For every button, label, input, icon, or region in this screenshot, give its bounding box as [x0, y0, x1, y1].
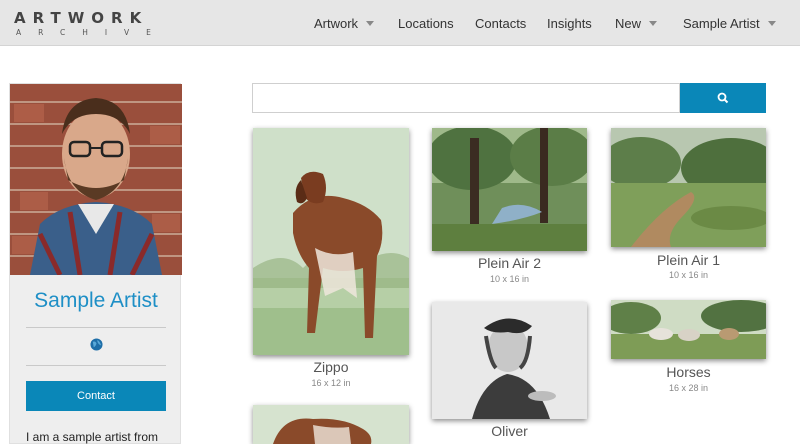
divider: [26, 327, 166, 328]
nav-locations[interactable]: Locations: [398, 0, 454, 46]
artwork-dimensions: 16 x 28 in: [668, 383, 709, 393]
artwork-image-oliver: [432, 302, 587, 419]
chevron-down-icon: [366, 20, 375, 26]
artwork-title[interactable]: Zippo: [253, 359, 409, 375]
top-navigation-bar: ARTWORK ARCHIVE Artwork Locations Contac…: [0, 0, 800, 46]
nav-artwork-label: Artwork: [314, 15, 359, 31]
nav-new[interactable]: New: [615, 0, 658, 46]
artwork-thumbnail[interactable]: [253, 128, 409, 355]
nav-locations-label: Locations: [398, 15, 454, 31]
nav-artwork[interactable]: Artwork: [314, 0, 375, 46]
chevron-down-icon: [649, 20, 658, 26]
artwork-image-zippo: [253, 128, 409, 355]
search-button[interactable]: [680, 83, 766, 113]
artwork-thumbnail[interactable]: [611, 128, 766, 247]
artwork-archive-logo[interactable]: ARTWORK ARCHIVE: [14, 9, 164, 39]
search-input[interactable]: [252, 83, 680, 113]
artwork-image-horses: [611, 300, 766, 359]
logo-subtitle: ARCHIVE: [16, 28, 168, 37]
nav-contacts[interactable]: Contacts: [475, 0, 526, 46]
artist-name[interactable]: Sample Artist: [10, 289, 182, 313]
artwork-thumbnail[interactable]: [432, 302, 587, 419]
artist-portrait: [10, 84, 182, 275]
artwork-image-plein-air-2: [432, 128, 587, 251]
globe-icon[interactable]: [90, 338, 103, 351]
nav-user-menu[interactable]: Sample Artist: [683, 0, 776, 46]
artist-profile-card: Sample Artist Contact I am a sample arti…: [9, 83, 182, 444]
artwork-thumbnail[interactable]: [253, 405, 409, 444]
chevron-down-icon: [767, 20, 776, 26]
artwork-dimensions: 10 x 16 in: [668, 270, 709, 280]
artist-bio: I am a sample artist from: [26, 430, 159, 444]
artwork-image-plein-air-1: [611, 128, 766, 247]
contact-button-label: Contact: [77, 390, 115, 402]
artwork-title[interactable]: Plein Air 2: [432, 255, 587, 271]
nav-contacts-label: Contacts: [475, 15, 527, 31]
artwork-thumbnail[interactable]: [611, 300, 766, 359]
divider: [26, 365, 166, 366]
artwork-title[interactable]: Oliver: [432, 423, 587, 439]
artwork-dimensions: 16 x 12 in: [311, 378, 351, 388]
artwork-image-dog: [253, 405, 409, 444]
logo-wordmark: ARTWORK: [14, 9, 149, 27]
nav-insights[interactable]: Insights: [547, 0, 592, 46]
artwork-title[interactable]: Plein Air 1: [611, 252, 766, 268]
artwork-dimensions: 10 x 16 in: [489, 274, 530, 284]
artwork-thumbnail[interactable]: [432, 128, 587, 251]
contact-button[interactable]: Contact: [26, 381, 166, 411]
search-icon: [717, 92, 729, 104]
nav-user-label: Sample Artist: [683, 15, 760, 31]
artwork-title[interactable]: Horses: [611, 364, 766, 380]
nav-new-label: New: [615, 15, 642, 31]
nav-insights-label: Insights: [547, 15, 592, 31]
